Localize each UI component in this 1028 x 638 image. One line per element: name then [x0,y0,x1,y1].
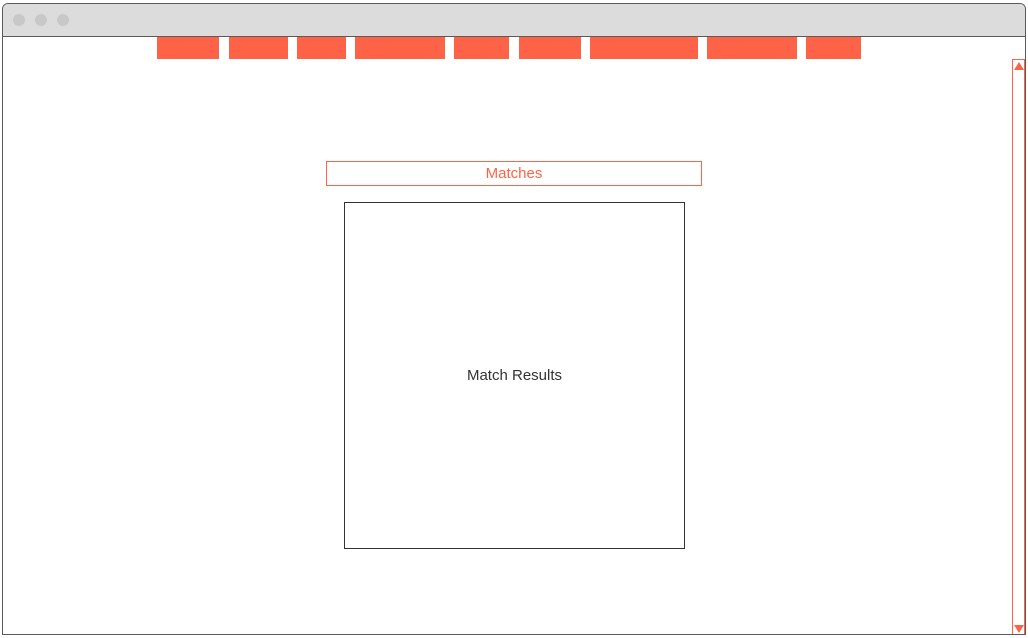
nav-tab-8[interactable] [707,37,797,59]
matches-heading: Matches [326,161,702,186]
window-titlebar [3,4,1025,37]
nav-tab-4[interactable] [355,37,445,59]
nav-tab-7[interactable] [590,37,698,59]
vertical-scrollbar[interactable] [1012,59,1025,634]
window-maximize-dot[interactable] [57,14,69,26]
window-close-dot[interactable] [13,14,25,26]
match-results-label: Match Results [466,367,563,384]
nav-tab-2[interactable] [229,37,288,59]
window-minimize-dot[interactable] [35,14,47,26]
nav-tab-3[interactable] [297,37,346,59]
scroll-down-icon[interactable] [1014,625,1024,633]
nav-tab-1[interactable] [157,37,219,59]
scroll-up-icon[interactable] [1014,62,1024,70]
match-results-panel: Match Results [344,202,685,549]
nav-tab-6[interactable] [519,37,581,59]
browser-window: Matches Match Results [2,3,1026,635]
nav-tab-9[interactable] [806,37,861,59]
nav-tab-5[interactable] [454,37,509,59]
